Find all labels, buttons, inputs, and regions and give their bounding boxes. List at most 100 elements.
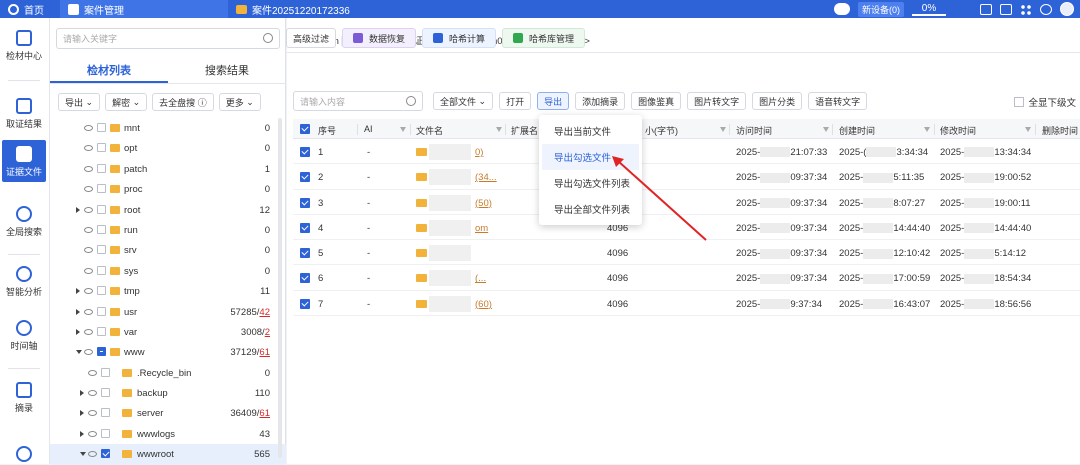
visibility-icon[interactable] xyxy=(84,328,93,335)
tree-row[interactable]: opt 0 xyxy=(50,138,286,158)
export-current-file-item[interactable]: 导出当前文件 xyxy=(539,118,642,144)
table-row[interactable]: 2 - (34... 2025- 09:37:34 2025- 5:11:35 2025- 19… xyxy=(293,164,1080,190)
tree-scrollbar[interactable] xyxy=(278,118,282,458)
tree-checkbox[interactable] xyxy=(101,388,110,398)
open-button[interactable]: 打开 xyxy=(499,92,532,110)
tab-case-management[interactable]: 案件管理 xyxy=(60,0,228,18)
visibility-icon[interactable] xyxy=(84,125,93,131)
tree-row[interactable]: usr 57285/42 xyxy=(50,302,286,322)
visibility-icon[interactable] xyxy=(84,226,93,233)
tree-checkbox[interactable] xyxy=(97,265,106,275)
apps-grid-icon[interactable] xyxy=(1020,3,1032,15)
cloud-icon[interactable] xyxy=(834,3,850,15)
col-filename[interactable]: 文件名 xyxy=(416,124,443,137)
tab-case[interactable]: 案件20251220172336 xyxy=(228,0,428,18)
tree-checkbox[interactable] xyxy=(101,408,110,418)
tree-row[interactable]: sys 0 xyxy=(50,261,286,281)
row-checkbox[interactable] xyxy=(300,248,310,259)
col-delete-time[interactable]: 删除时间 xyxy=(1042,124,1078,137)
tree-checkbox[interactable] xyxy=(97,224,106,234)
expand-right-icon[interactable] xyxy=(76,288,82,295)
tab-search-results[interactable]: 搜索结果 xyxy=(168,60,286,83)
visibility-icon[interactable] xyxy=(88,410,97,417)
visibility-icon[interactable] xyxy=(84,145,93,152)
visibility-icon[interactable] xyxy=(84,165,93,172)
col-extension[interactable]: 扩展名 xyxy=(511,124,538,137)
tree-checkbox[interactable] xyxy=(97,143,106,153)
tree-export-button[interactable]: 导出 ⌄ xyxy=(58,93,101,111)
visibility-icon[interactable] xyxy=(88,430,97,437)
visibility-icon[interactable] xyxy=(84,247,93,254)
image-authentication-button[interactable]: 图像鉴真 xyxy=(631,92,682,110)
expand-down-icon[interactable] xyxy=(76,350,82,356)
tree-checkbox[interactable] xyxy=(97,184,106,194)
row-checkbox[interactable] xyxy=(300,172,310,183)
table-row[interactable]: 3 - (50) 2025- 09:37:34 2025- 8:07:27 2025- 19:0… xyxy=(293,190,1080,215)
tree-row[interactable]: var 3008/2 xyxy=(50,322,286,342)
tree-checkbox[interactable] xyxy=(101,449,110,459)
col-ai[interactable]: AI xyxy=(364,124,373,134)
expand-right-icon[interactable] xyxy=(80,390,86,397)
nav-global-search[interactable]: 全局搜索 xyxy=(0,206,48,238)
nav-evidence-center[interactable]: 检材中心 xyxy=(0,30,48,62)
row-checkbox[interactable] xyxy=(300,147,310,157)
visibility-icon[interactable] xyxy=(84,349,93,356)
video-icon[interactable] xyxy=(980,3,992,15)
nav-forensic-results[interactable]: 取证结果 xyxy=(0,98,48,130)
filter-icon[interactable] xyxy=(921,124,930,134)
tree-row[interactable]: www 37129/61 xyxy=(50,342,286,362)
file-count-link[interactable]: (... xyxy=(475,273,486,284)
search-icon[interactable] xyxy=(406,96,416,106)
file-count-link[interactable]: 0) xyxy=(475,147,483,158)
filter-icon[interactable] xyxy=(1022,124,1031,134)
expand-down-icon[interactable] xyxy=(80,452,86,458)
table-row[interactable]: 6 - (... 4096 2025- 09:37:34 2025- 17:00:59 2025… xyxy=(293,265,1080,291)
tree-row[interactable]: patch 1 xyxy=(50,159,286,179)
tree-row[interactable]: .Recycle_bin 0 xyxy=(50,363,286,383)
tree-row[interactable]: tmp 11 xyxy=(50,281,286,301)
expand-right-icon[interactable] xyxy=(76,206,82,213)
tree-row[interactable]: run 0 xyxy=(50,220,286,240)
export-button[interactable]: 导出 xyxy=(537,92,570,110)
hash-library-button[interactable]: 哈希库管理 xyxy=(502,28,586,48)
col-access-time[interactable]: 访问时间 xyxy=(736,124,772,137)
nav-evidence-files[interactable]: 证据文件 xyxy=(2,140,46,182)
nav-timeline[interactable]: 时间轴 xyxy=(0,320,48,352)
deleted-count[interactable]: 2 xyxy=(265,327,270,338)
table-row[interactable]: 1 - 0) 2025- 21:07:33 2025-(3:34:34 2025- 13:34… xyxy=(293,139,1080,165)
visibility-icon[interactable] xyxy=(84,288,93,295)
file-count-link[interactable]: (34... xyxy=(475,172,497,183)
tree-row[interactable]: server 36409/61 xyxy=(50,403,286,423)
crop-icon[interactable] xyxy=(1000,3,1012,15)
full-disk-search-button[interactable]: 去全盘搜 ⓘ xyxy=(152,93,214,111)
show-all-sublevel[interactable]: 全显下级文 xyxy=(1014,95,1076,109)
filter-icon[interactable] xyxy=(397,124,406,134)
tree-checkbox[interactable] xyxy=(97,204,106,214)
expand-right-icon[interactable] xyxy=(80,430,86,437)
tree-checkbox[interactable] xyxy=(97,306,106,316)
tree-checkbox[interactable] xyxy=(101,367,110,377)
filter-icon[interactable] xyxy=(717,124,726,134)
visibility-icon[interactable] xyxy=(88,390,97,397)
file-count-link[interactable]: (60) xyxy=(475,299,492,310)
export-checked-files-item[interactable]: 导出勾选文件 xyxy=(542,144,639,170)
tree-checkbox[interactable] xyxy=(97,326,106,336)
tree-row[interactable]: wwwroot 565 xyxy=(50,444,286,465)
image-classify-button[interactable]: 图片分类 xyxy=(752,92,803,110)
nav-smart-analysis[interactable]: 智能分析 xyxy=(0,266,48,298)
content-search-input[interactable]: 请输入内容 xyxy=(293,91,423,111)
visibility-icon[interactable] xyxy=(84,186,93,193)
visibility-icon[interactable] xyxy=(84,267,93,274)
file-count-link[interactable]: (50) xyxy=(475,198,492,209)
select-all-checkbox[interactable] xyxy=(300,124,310,134)
col-index[interactable]: 序号 xyxy=(318,124,336,137)
tree-checkbox[interactable] xyxy=(97,347,106,357)
visibility-icon[interactable] xyxy=(88,451,97,458)
keyword-search-input[interactable]: 请输入关键字 xyxy=(56,28,280,49)
visibility-icon[interactable] xyxy=(84,206,93,213)
nav-excerpt[interactable]: 摘录 xyxy=(0,382,48,414)
col-modify-time[interactable]: 修改时间 xyxy=(940,124,976,137)
avatar[interactable] xyxy=(1060,2,1074,16)
tree-checkbox[interactable] xyxy=(97,245,106,255)
tree-row[interactable]: srv 0 xyxy=(50,240,286,260)
